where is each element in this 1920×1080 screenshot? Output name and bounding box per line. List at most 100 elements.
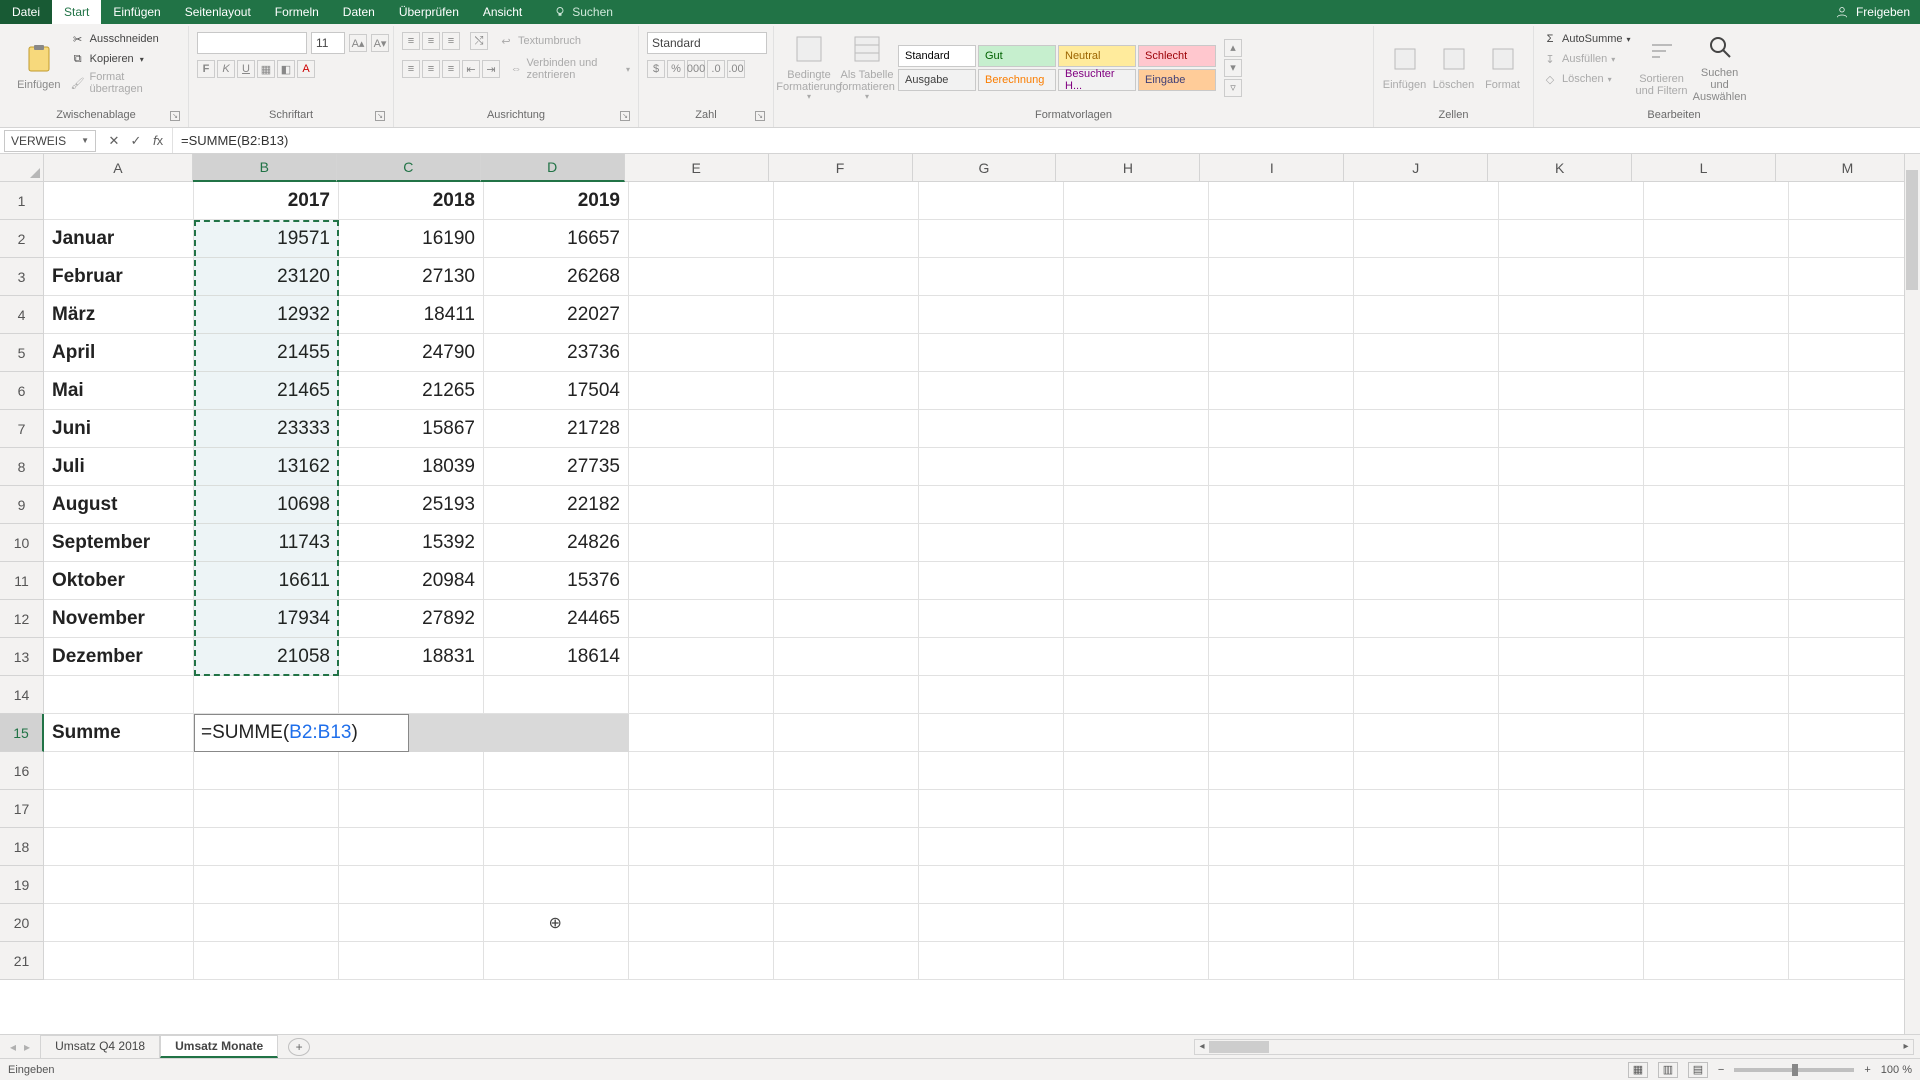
font-size-combo[interactable]: 11 <box>311 32 345 54</box>
cell[interactable] <box>919 410 1064 448</box>
cell[interactable]: 21455 <box>194 334 339 372</box>
cell[interactable] <box>1209 904 1354 942</box>
cell[interactable]: 18831 <box>339 638 484 676</box>
cell[interactable]: 15392 <box>339 524 484 562</box>
sheet-tab[interactable]: Umsatz Monate <box>160 1035 278 1058</box>
cell[interactable] <box>919 904 1064 942</box>
cell[interactable]: 25193 <box>339 486 484 524</box>
page-break-view-button[interactable]: ▤ <box>1688 1062 1708 1078</box>
cell[interactable] <box>919 790 1064 828</box>
cell[interactable] <box>1789 790 1920 828</box>
zoom-level[interactable]: 100 % <box>1881 1064 1912 1076</box>
row-header[interactable]: 16 <box>0 752 44 790</box>
row-header[interactable]: 19 <box>0 866 44 904</box>
cell[interactable]: 2018 <box>339 182 484 220</box>
cell[interactable] <box>1644 372 1789 410</box>
cell[interactable] <box>1064 486 1209 524</box>
cell[interactable] <box>1789 904 1920 942</box>
cell[interactable]: 18614 <box>484 638 629 676</box>
cell[interactable] <box>1209 752 1354 790</box>
cell[interactable] <box>1499 866 1644 904</box>
cell[interactable] <box>774 638 919 676</box>
cell[interactable] <box>1064 182 1209 220</box>
cell[interactable] <box>484 790 629 828</box>
cell[interactable] <box>1209 296 1354 334</box>
row-header[interactable]: 7 <box>0 410 44 448</box>
cell[interactable] <box>629 334 774 372</box>
cell[interactable] <box>919 372 1064 410</box>
cell[interactable] <box>1789 182 1920 220</box>
cell-style-option[interactable]: Eingabe <box>1138 69 1216 91</box>
cell[interactable] <box>629 486 774 524</box>
cell[interactable]: 10698 <box>194 486 339 524</box>
cell[interactable] <box>1209 448 1354 486</box>
gallery-more-icon[interactable]: ▿ <box>1224 79 1242 97</box>
format-cells-button[interactable]: Format <box>1480 28 1525 106</box>
insert-cells-button[interactable]: Einfügen <box>1382 28 1427 106</box>
cell-style-option[interactable]: Neutral <box>1058 45 1136 67</box>
cell[interactable]: Januar <box>44 220 194 258</box>
cell[interactable] <box>1789 942 1920 980</box>
cell[interactable]: 12932 <box>194 296 339 334</box>
column-header[interactable]: G <box>913 154 1057 182</box>
cell[interactable]: 24465 <box>484 600 629 638</box>
horizontal-scrollbar[interactable]: ◂▸ <box>1194 1039 1914 1055</box>
cell[interactable] <box>484 828 629 866</box>
cell[interactable]: November <box>44 600 194 638</box>
cell[interactable] <box>1354 638 1499 676</box>
cell[interactable] <box>1644 752 1789 790</box>
cell[interactable] <box>629 182 774 220</box>
cell[interactable]: 15867 <box>339 410 484 448</box>
cell[interactable] <box>1789 714 1920 752</box>
cell[interactable]: 21058 <box>194 638 339 676</box>
cell[interactable] <box>1064 296 1209 334</box>
cell[interactable] <box>1354 182 1499 220</box>
cell[interactable] <box>1499 182 1644 220</box>
cell[interactable] <box>1354 296 1499 334</box>
cell[interactable]: 16190 <box>339 220 484 258</box>
cell[interactable] <box>1499 410 1644 448</box>
cell[interactable] <box>339 866 484 904</box>
decrease-font-icon[interactable]: A▾ <box>371 34 389 52</box>
cell[interactable] <box>919 942 1064 980</box>
cell[interactable]: 24826 <box>484 524 629 562</box>
cell[interactable]: Dezember <box>44 638 194 676</box>
cell[interactable] <box>629 752 774 790</box>
cell[interactable] <box>919 600 1064 638</box>
row-header[interactable]: 12 <box>0 600 44 638</box>
cell[interactable] <box>1499 904 1644 942</box>
cell[interactable] <box>919 220 1064 258</box>
cell[interactable] <box>1209 676 1354 714</box>
column-header[interactable]: M <box>1776 154 1920 182</box>
column-headers[interactable]: ABCDEFGHIJKLM <box>44 154 1920 182</box>
vertical-scrollbar[interactable] <box>1904 154 1920 1034</box>
cell[interactable]: 16611 <box>194 562 339 600</box>
cell[interactable] <box>1789 638 1920 676</box>
cell[interactable] <box>629 258 774 296</box>
cell[interactable] <box>1354 866 1499 904</box>
cell[interactable] <box>1789 220 1920 258</box>
conditional-formatting-button[interactable]: Bedingte Formatierung▾ <box>782 29 836 107</box>
cell[interactable] <box>1354 828 1499 866</box>
cell[interactable] <box>1354 334 1499 372</box>
cell[interactable]: 24790 <box>339 334 484 372</box>
row-header[interactable]: 9 <box>0 486 44 524</box>
cell[interactable] <box>339 676 484 714</box>
cell[interactable] <box>1209 372 1354 410</box>
cell[interactable] <box>484 942 629 980</box>
cancel-edit-icon[interactable]: ✕ <box>106 133 122 149</box>
cell[interactable] <box>919 676 1064 714</box>
cell[interactable] <box>774 372 919 410</box>
cell[interactable] <box>1499 220 1644 258</box>
gallery-down-icon[interactable]: ▾ <box>1224 59 1242 77</box>
dialog-launcher-icon[interactable]: ↘ <box>170 111 180 121</box>
cell[interactable] <box>629 296 774 334</box>
name-box[interactable]: VERWEIS▼ <box>4 130 96 152</box>
cell[interactable] <box>194 866 339 904</box>
cell[interactable] <box>1499 752 1644 790</box>
cell[interactable] <box>774 752 919 790</box>
cell[interactable] <box>339 942 484 980</box>
cell[interactable] <box>919 296 1064 334</box>
zoom-slider[interactable] <box>1734 1068 1854 1072</box>
cell[interactable] <box>1064 258 1209 296</box>
